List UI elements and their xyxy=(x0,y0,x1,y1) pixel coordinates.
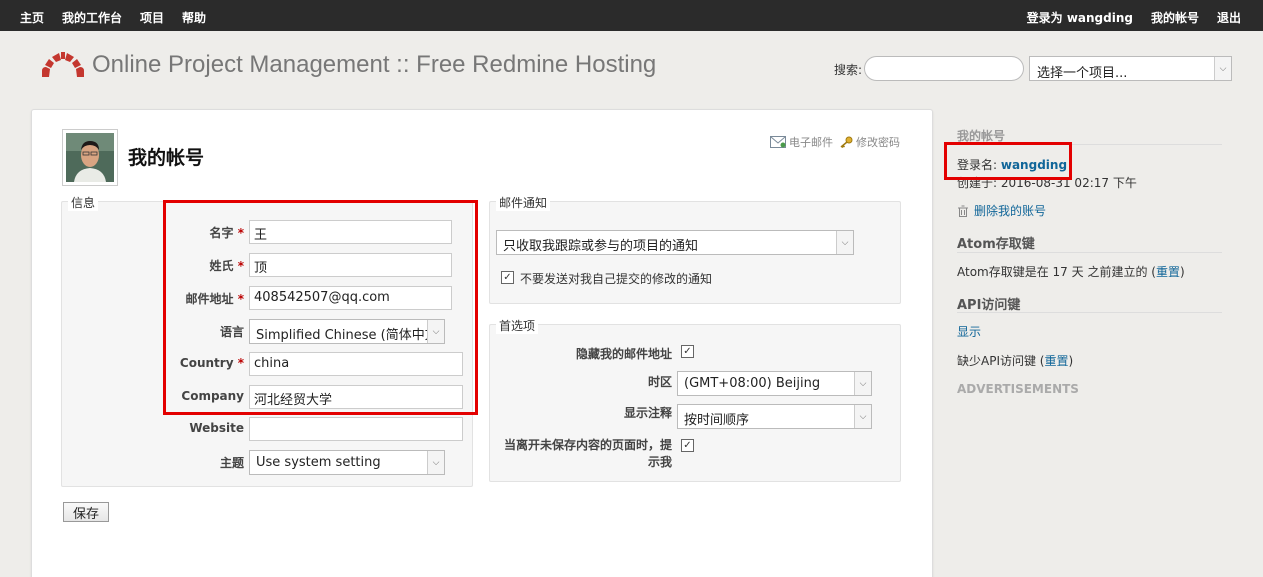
key-icon xyxy=(840,136,853,148)
menu-home[interactable]: 主页 xyxy=(20,9,44,26)
sidebar-api-head: API访问键 xyxy=(957,298,1021,313)
api-show-link[interactable]: 显示 xyxy=(957,323,981,340)
change-password-link[interactable]: 修改密码 xyxy=(839,134,900,150)
mail-notification-legend: 邮件通知 xyxy=(496,194,551,211)
header: Online Project Management :: Free Redmin… xyxy=(0,31,1263,109)
avatar-photo xyxy=(66,133,114,182)
contextual-links: 电子邮件 修改密码 xyxy=(770,134,900,150)
sidebar-atom-head: Atom存取键 xyxy=(957,237,1035,252)
language-select-value: Simplified Chinese (简体中文 xyxy=(256,328,438,343)
last-name-input[interactable]: 顶 xyxy=(249,253,452,277)
sidebar-login-link[interactable]: wangding xyxy=(1001,158,1067,172)
field-email: 邮件地址 * xyxy=(185,292,244,306)
mail-notification-select[interactable]: 只收取我跟踪或参与的项目的通知 ⌵ xyxy=(496,230,854,255)
menu-my-account[interactable]: 我的帐号 xyxy=(1151,9,1199,26)
field-company: Company xyxy=(181,389,244,403)
trash-icon xyxy=(958,205,968,217)
website-input[interactable] xyxy=(249,417,463,441)
theme-select[interactable]: Use system setting ⌵ xyxy=(249,450,445,475)
chevron-down-icon: ⌵ xyxy=(427,320,444,343)
divider xyxy=(957,144,1222,145)
field-first-name: 名字 * xyxy=(209,226,244,240)
chevron-down-icon: ⌵ xyxy=(854,405,871,428)
sidebar-ads-head: ADVERTISEMENTS xyxy=(957,382,1079,396)
api-reset-link[interactable]: 重置 xyxy=(1044,354,1068,368)
delete-account-link[interactable]: 删除我的账号 xyxy=(957,202,1046,219)
top-menu: 主页 我的工作台 项目 帮助 登录为 wangding 我的帐号 退出 xyxy=(0,0,1263,31)
redmine-logo-icon xyxy=(42,52,84,77)
comments-sort-select[interactable]: 按时间顺序 ⌵ xyxy=(677,404,872,429)
menu-projects[interactable]: 项目 xyxy=(140,9,164,26)
chevron-down-icon: ⌵ xyxy=(836,231,853,254)
field-theme: 主题 xyxy=(219,456,244,470)
email-icon xyxy=(770,136,786,148)
preferences-legend: 首选项 xyxy=(496,317,539,334)
pref-warn-unsaved-label: 当离开未保存内容的页面时，提 示我 xyxy=(503,438,672,469)
search-input[interactable] xyxy=(864,56,1024,81)
timezone-select-value: (GMT+08:00) Beijing xyxy=(684,376,821,391)
pref-hide-mail-label: 隐藏我的邮件地址 xyxy=(575,347,672,361)
field-language: 语言 xyxy=(219,325,244,339)
menu-help[interactable]: 帮助 xyxy=(182,9,206,26)
logged-in-user-link[interactable]: wangding xyxy=(1067,11,1133,25)
field-country: Country * xyxy=(179,356,244,370)
page-title: 我的帐号 xyxy=(128,147,205,169)
project-jump-select[interactable]: 选择一个项目... ⌵ xyxy=(1029,56,1232,81)
sidebar-login-row: 登录名: wangding xyxy=(957,158,1068,172)
no-self-notified-label: 不要发送对我自己提交的修改的通知 xyxy=(520,272,713,286)
mail-notification-value: 只收取我跟踪或参与的项目的通知 xyxy=(503,239,699,254)
menu-logout[interactable]: 退出 xyxy=(1217,9,1241,26)
sidebar-atom-text: Atom存取键是在 17 天 之前建立的 (重置) xyxy=(957,265,1185,279)
search-label: 搜索: xyxy=(834,63,863,77)
menu-my-page[interactable]: 我的工作台 xyxy=(62,9,122,26)
warn-unsaved-checkbox[interactable]: ✓ xyxy=(681,439,694,452)
content-panel: 我的帐号 电子邮件 修改密码 信息 名字 * 王 姓氏 * 顶 邮件地址 * 4… xyxy=(31,109,933,577)
email-input[interactable]: 408542507@qq.com xyxy=(249,286,452,310)
chevron-down-icon: ⌵ xyxy=(427,451,444,474)
hide-mail-checkbox[interactable]: ✓ xyxy=(681,345,694,358)
sidebar-api-text: 缺少API访问键 (重置) xyxy=(957,354,1074,368)
sidebar-created-row: 创建于: 2016-08-31 02:17 下午 xyxy=(957,176,1137,190)
divider xyxy=(957,312,1222,313)
field-last-name: 姓氏 * xyxy=(209,259,244,273)
info-legend: 信息 xyxy=(68,194,99,211)
comments-sort-value: 按时间顺序 xyxy=(684,413,750,428)
first-name-input[interactable]: 王 xyxy=(249,220,452,244)
field-website: Website xyxy=(189,421,244,435)
save-button[interactable]: 保存 xyxy=(63,502,109,522)
company-input[interactable]: 河北经贸大学 xyxy=(249,385,463,409)
language-select[interactable]: Simplified Chinese (简体中文 ⌵ xyxy=(249,319,445,344)
sidebar: 我的帐号 登录名: wangding 创建于: 2016-08-31 02:17… xyxy=(944,109,1222,549)
chevron-down-icon: ⌵ xyxy=(854,372,871,395)
country-input[interactable]: china xyxy=(249,352,463,376)
theme-select-value: Use system setting xyxy=(256,455,381,470)
site-title: Online Project Management :: Free Redmin… xyxy=(92,51,657,78)
sidebar-my-account-head: 我的帐号 xyxy=(957,129,1006,143)
pref-comments-label: 显示注释 xyxy=(623,406,672,420)
timezone-select[interactable]: (GMT+08:00) Beijing ⌵ xyxy=(677,371,872,396)
avatar xyxy=(62,129,118,186)
email-link[interactable]: 电子邮件 xyxy=(770,134,833,150)
pref-timezone-label: 时区 xyxy=(647,375,672,389)
no-self-notified-checkbox[interactable]: ✓ xyxy=(501,271,514,284)
logged-in-as: 登录为 wangding xyxy=(1026,11,1133,25)
chevron-down-icon: ⌵ xyxy=(1214,57,1231,80)
atom-reset-link[interactable]: 重置 xyxy=(1156,265,1180,279)
divider xyxy=(957,252,1222,253)
project-select-value: 选择一个项目... xyxy=(1037,66,1128,81)
